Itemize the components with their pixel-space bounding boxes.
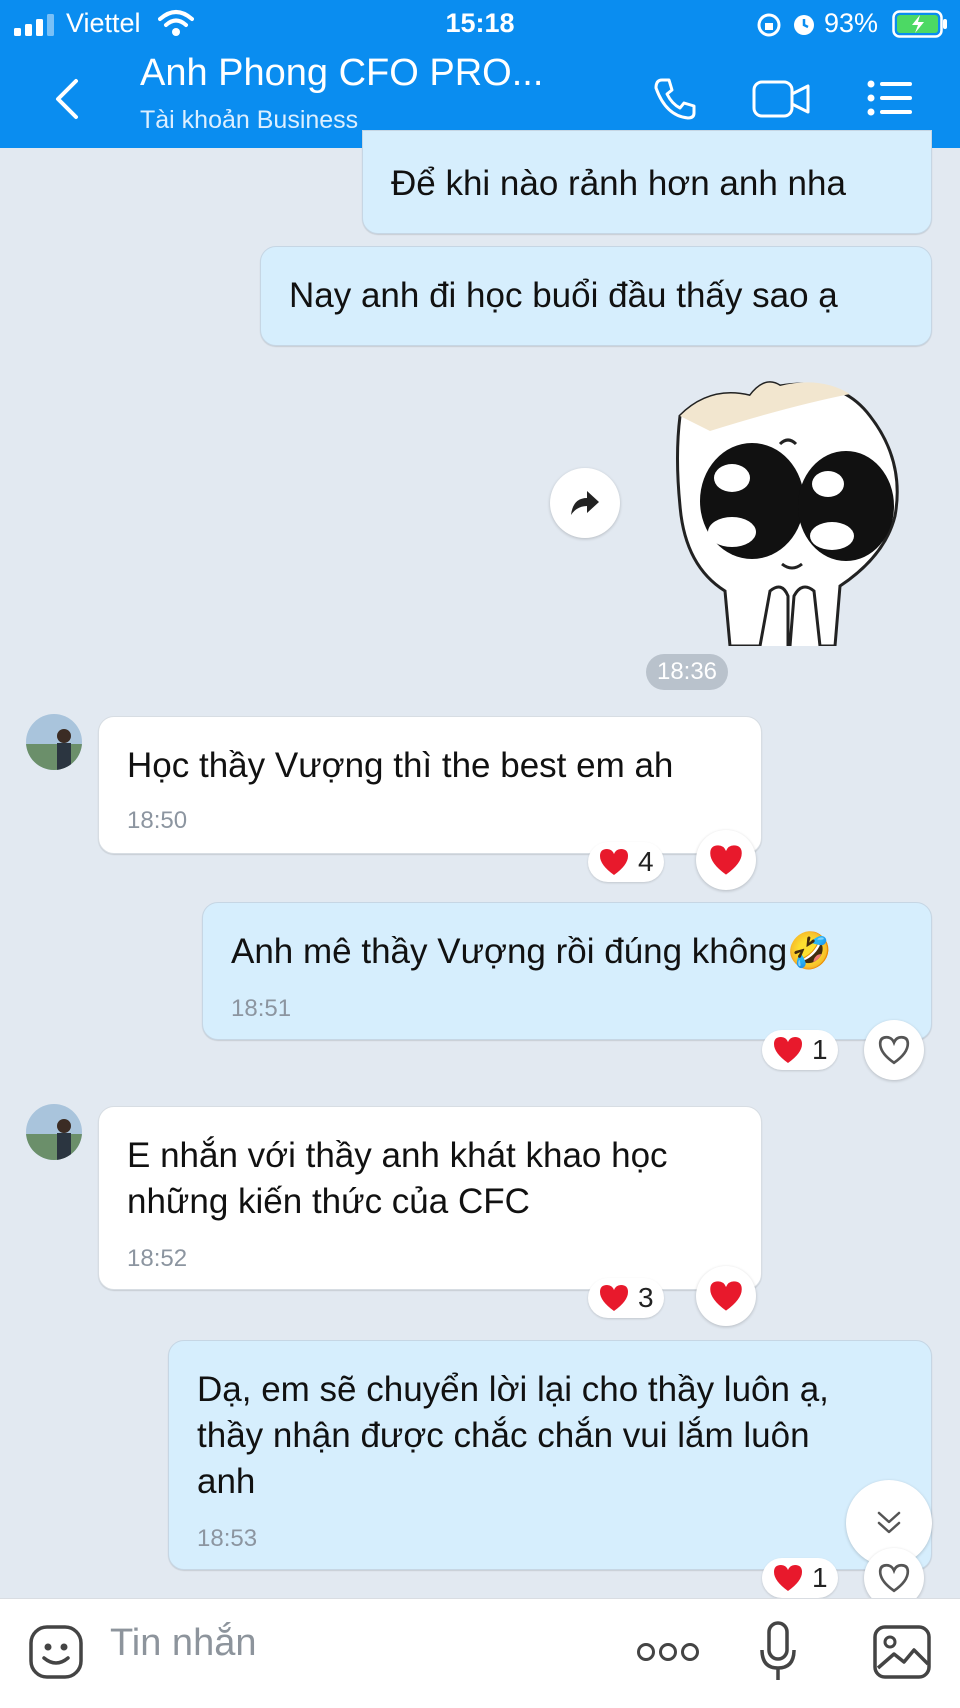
heart-icon	[600, 849, 628, 875]
chat-subtitle: Tài khoản Business	[140, 106, 359, 134]
orientation-lock-icon	[757, 13, 781, 37]
message-bubble-received[interactable]: E nhắn với thầy anh khát khao học những …	[98, 1106, 762, 1290]
react-button[interactable]	[696, 830, 756, 890]
microphone-icon[interactable]	[758, 1620, 798, 1684]
heart-outline-icon	[878, 1035, 910, 1065]
reaction-summary[interactable]: 3	[588, 1278, 664, 1318]
heart-icon	[710, 1281, 742, 1311]
avatar[interactable]	[26, 714, 82, 770]
message-bubble-sent[interactable]: Anh mê thầy Vượng rồi đúng không🤣 18:51	[202, 902, 932, 1040]
battery-icon	[892, 10, 947, 38]
message-text: Anh mê thầy Vượng rồi đúng không🤣	[231, 931, 832, 972]
reaction-count: 3	[638, 1282, 654, 1313]
message-text: Dạ, em sẽ chuyển lời lại cho thầy luôn ạ…	[197, 1370, 829, 1501]
video-call-icon[interactable]	[752, 78, 812, 120]
avatar[interactable]	[26, 1104, 82, 1160]
reaction-summary[interactable]: 4	[588, 842, 664, 882]
forward-button[interactable]	[550, 468, 620, 538]
chat-header: Viettel 15:18 93% Anh Phong CFO PRO... T…	[0, 0, 960, 148]
react-button[interactable]	[696, 1266, 756, 1326]
reaction-summary[interactable]: 1	[762, 1030, 838, 1070]
heart-icon	[774, 1565, 802, 1591]
sticker-timestamp: 18:36	[646, 654, 728, 690]
reaction-count: 1	[812, 1034, 828, 1065]
chat-title[interactable]: Anh Phong CFO PRO...	[140, 52, 543, 95]
avatar-photo	[26, 714, 82, 770]
message-time: 18:52	[127, 1245, 188, 1272]
message-bubble-received[interactable]: Học thầy Vượng thì the best em ah 18:50	[98, 716, 762, 854]
avatar-photo	[26, 1104, 82, 1160]
menu-icon[interactable]	[866, 78, 914, 118]
message-time: 18:53	[197, 1525, 258, 1552]
reaction-summary[interactable]: 1	[762, 1558, 838, 1598]
message-text: Học thầy Vượng thì the best em ah	[127, 746, 674, 785]
double-chevron-down-icon	[877, 1511, 901, 1534]
reaction-count: 4	[638, 846, 654, 877]
heart-icon	[774, 1037, 802, 1063]
message-bubble-sent[interactable]: Để khi nào rảnh hơn anh nha	[362, 130, 932, 234]
message-time: 18:50	[127, 807, 188, 834]
message-time: 18:51	[231, 995, 292, 1022]
react-button[interactable]	[864, 1020, 924, 1080]
alarm-icon	[794, 15, 814, 35]
message-text: E nhắn với thầy anh khát khao học những …	[127, 1136, 668, 1221]
message-bubble-sent[interactable]: Dạ, em sẽ chuyển lời lại cho thầy luôn ạ…	[168, 1340, 932, 1570]
message-text: Nay anh đi học buổi đầu thấy sao ạ	[289, 276, 838, 315]
sticker-emoji-icon[interactable]	[28, 1624, 84, 1680]
more-options-icon[interactable]	[636, 1640, 700, 1664]
back-icon[interactable]	[52, 78, 80, 120]
reaction-count: 1	[812, 1562, 828, 1593]
message-input[interactable]: Tin nhắn	[110, 1622, 256, 1665]
sticker-image[interactable]	[670, 366, 910, 646]
heart-icon	[710, 845, 742, 875]
battery-percent: 93%	[824, 8, 879, 38]
heart-outline-icon	[878, 1563, 910, 1593]
heart-icon	[600, 1285, 628, 1311]
rofl-emoji: 🤣	[787, 931, 832, 972]
image-gallery-icon[interactable]	[872, 1624, 932, 1680]
phone-call-icon[interactable]	[652, 76, 698, 122]
message-bubble-sent[interactable]: Nay anh đi học buổi đầu thấy sao ạ	[260, 246, 932, 346]
message-text: Để khi nào rảnh hơn anh nha	[391, 164, 846, 203]
forward-icon	[571, 491, 599, 515]
